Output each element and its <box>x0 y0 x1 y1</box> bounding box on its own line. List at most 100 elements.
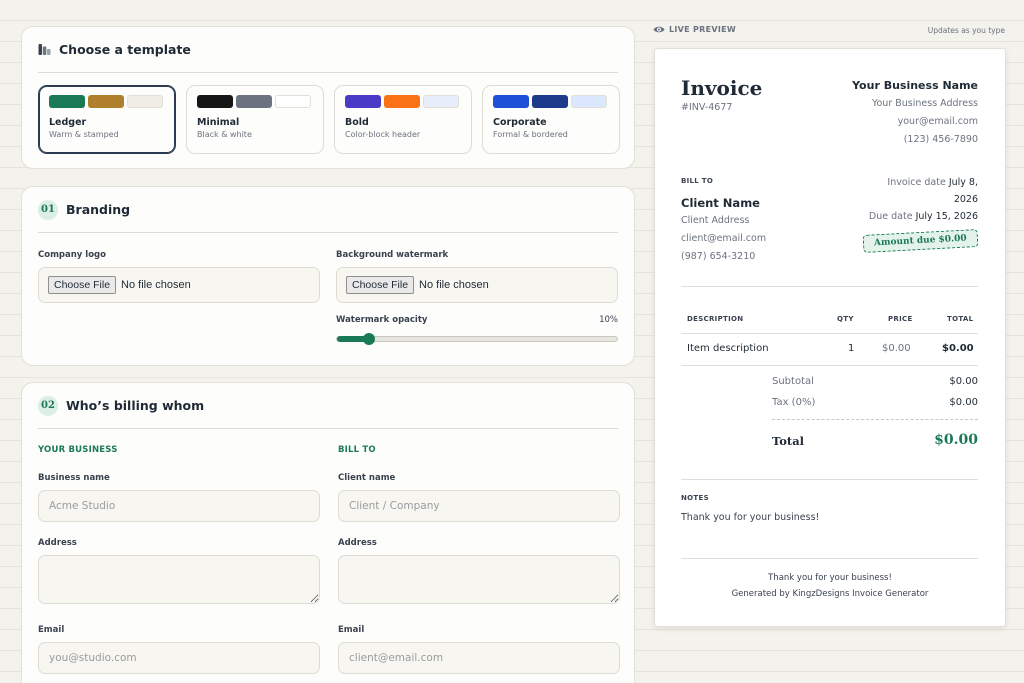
live-preview-label: LIVE PREVIEW <box>653 25 736 34</box>
template-description: Black & white <box>197 130 252 139</box>
template-swatches <box>493 95 609 108</box>
step-badge: 02 <box>38 395 58 416</box>
business-name-label: Business name <box>38 473 110 483</box>
totals-divider <box>772 419 978 420</box>
color-swatch <box>532 95 568 108</box>
template-swatches <box>345 95 461 108</box>
template-name: Corporate <box>493 117 547 128</box>
watermark-label: Background watermark <box>336 250 449 260</box>
company-logo-upload: Choose File No file chosen <box>38 267 320 303</box>
tax-label: Tax (0%) <box>772 397 816 408</box>
divider <box>681 286 978 287</box>
watermark-opacity-value: 10% <box>599 315 618 325</box>
due-date-label: Due date <box>868 211 913 222</box>
bill-to-heading: BILL TO <box>338 445 376 455</box>
branding-card: 01 Branding Company logo Choose File No … <box>21 186 635 366</box>
tax-value: $0.00 <box>949 397 978 408</box>
table-header-divider <box>681 333 978 334</box>
company-logo-label: Company logo <box>38 250 106 260</box>
subtotal-label: Subtotal <box>772 376 814 387</box>
template-option-ledger[interactable]: Ledger Warm & stamped <box>38 85 176 154</box>
invoice-date-line: Invoice date July 8, <box>838 174 978 191</box>
template-option-corporate[interactable]: Corporate Formal & bordered <box>482 85 620 154</box>
choose-logo-file-button[interactable]: Choose File <box>48 276 117 294</box>
choose-watermark-file-button[interactable]: Choose File <box>346 276 415 294</box>
notes-label: NOTES <box>681 494 709 502</box>
business-email: your@email.com <box>897 116 978 127</box>
col-price: PRICE <box>888 315 913 323</box>
business-address-label: Address <box>38 538 77 548</box>
total-value: $0.00 <box>934 432 978 448</box>
live-preview-text: LIVE PREVIEW <box>669 25 737 34</box>
color-swatch <box>493 95 529 108</box>
color-swatch <box>88 95 124 108</box>
col-description: DESCRIPTION <box>687 315 744 323</box>
template-card-header: Choose a template <box>38 27 618 73</box>
business-phone: (123) 456-7890 <box>903 134 978 145</box>
watermark-opacity-label: Watermark opacity <box>336 315 428 325</box>
total-label: Total <box>772 434 805 448</box>
client-email-input[interactable] <box>338 642 620 674</box>
col-total: TOTAL <box>947 315 974 323</box>
branding-card-header: 01 Branding <box>38 187 618 233</box>
business-email-input[interactable] <box>38 642 320 674</box>
client-address-label: Address <box>338 538 377 548</box>
template-card-title: Choose a template <box>59 42 191 57</box>
invoice-title: Invoice <box>681 76 763 100</box>
color-swatch <box>345 95 381 108</box>
watermark-upload: Choose File No file chosen <box>336 267 618 303</box>
client-email-label: Email <box>338 625 365 635</box>
branding-card-title: Branding <box>66 202 131 217</box>
slider-thumb[interactable] <box>363 333 375 345</box>
color-swatch <box>423 95 459 108</box>
logo-file-status: No file chosen <box>121 279 191 291</box>
invoice-preview: Invoice #INV-4677 Your Business Name You… <box>654 48 1006 627</box>
color-swatch <box>384 95 420 108</box>
template-options: Ledger Warm & stamped Minimal Black & wh… <box>38 85 620 154</box>
template-description: Formal & bordered <box>493 130 568 139</box>
due-date-line: Due date July 15, 2026 <box>838 208 978 225</box>
template-palette-icon <box>38 43 51 56</box>
client-info: Client Name Client Address client@email.… <box>681 194 766 266</box>
client-address: Client Address <box>681 215 750 226</box>
divider <box>681 558 978 559</box>
preview-header: LIVE PREVIEW Updates as you type <box>653 25 1005 39</box>
invoice-number: #INV-4677 <box>681 102 733 113</box>
notes-text: Thank you for your business! <box>681 512 820 523</box>
divider <box>681 479 978 480</box>
footer-generated-by: Generated by KingzDesigns Invoice Genera… <box>731 589 929 599</box>
color-swatch <box>571 95 607 108</box>
item-description: Item description <box>687 343 769 354</box>
footer-thanks: Thank you for your business! <box>768 573 892 583</box>
item-price: $0.00 <box>882 343 911 354</box>
template-option-bold[interactable]: Bold Color-block header <box>334 85 472 154</box>
item-total: $0.00 <box>942 343 974 354</box>
subtotal-value: $0.00 <box>949 376 978 387</box>
business-name-input[interactable] <box>38 490 320 522</box>
watermark-opacity-slider[interactable] <box>336 333 618 345</box>
template-option-minimal[interactable]: Minimal Black & white <box>186 85 324 154</box>
billing-card-title: Who’s billing whom <box>66 398 205 413</box>
invoice-date-label: Invoice date <box>887 177 946 188</box>
invoice-date-year: 2026 <box>953 194 978 205</box>
color-swatch <box>127 95 163 108</box>
bill-to-label: BILL TO <box>681 177 714 185</box>
updates-note: Updates as you type <box>927 26 1005 35</box>
template-description: Color-block header <box>345 130 421 139</box>
business-address-input[interactable] <box>38 555 320 604</box>
client-address-input[interactable] <box>338 555 620 604</box>
invoice-date-value: July 8, <box>948 177 978 188</box>
client-name: Client Name <box>681 196 760 210</box>
client-name-input[interactable] <box>338 490 620 522</box>
table-row-divider <box>681 365 978 366</box>
step-badge: 01 <box>38 199 58 220</box>
color-swatch <box>275 95 311 108</box>
invoice-footer: Thank you for your business! Generated b… <box>655 570 1005 602</box>
billing-card: 02 Who’s billing whom YOUR BUSINESS BILL… <box>21 382 635 683</box>
col-qty: QTY <box>837 315 854 323</box>
business-name: Your Business Name <box>852 79 978 92</box>
template-swatches <box>197 95 313 108</box>
client-name-label: Client name <box>338 473 396 483</box>
billing-card-header: 02 Who’s billing whom <box>38 383 618 429</box>
color-swatch <box>236 95 272 108</box>
